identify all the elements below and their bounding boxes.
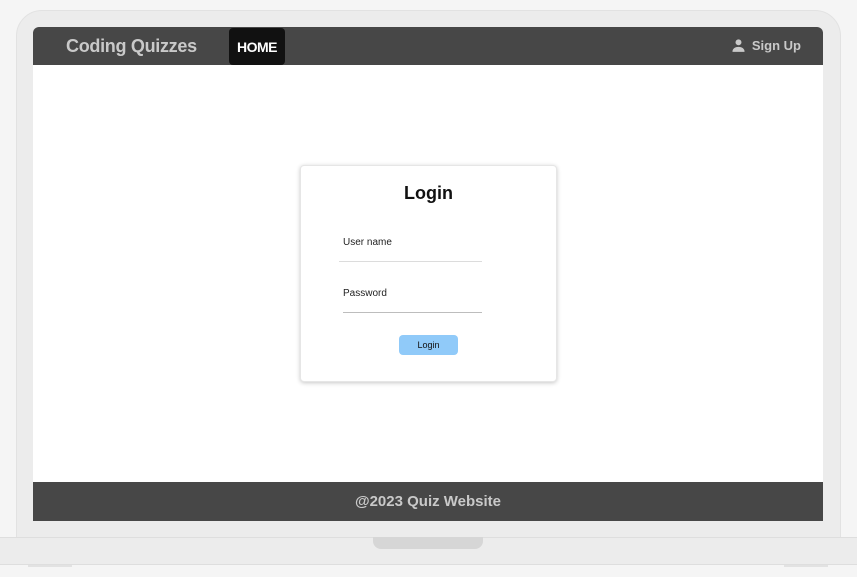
password-field[interactable]: Password	[343, 284, 482, 313]
login-button[interactable]: Login	[399, 335, 458, 355]
nav-home-link[interactable]: HOME	[229, 28, 285, 65]
brand-logo[interactable]: Coding Quizzes	[66, 36, 197, 57]
username-field[interactable]: User name	[339, 234, 482, 262]
signup-label: Sign Up	[751, 38, 801, 53]
login-card: Login User name Password Login	[300, 165, 557, 382]
app-screen: Coding Quizzes HOME Sign Up Login User n…	[33, 27, 823, 521]
navbar: Coding Quizzes HOME Sign Up	[33, 27, 823, 65]
laptop-notch	[373, 537, 483, 549]
signup-link[interactable]: Sign Up	[730, 37, 801, 54]
password-label: Password	[343, 288, 387, 299]
login-title: Login	[404, 183, 453, 203]
footer: @2023 Quiz Website	[33, 482, 823, 521]
username-label: User name	[343, 237, 392, 248]
person-icon	[732, 39, 745, 52]
footer-text: @2023 Quiz Website	[354, 493, 502, 510]
laptop-foot-left	[28, 565, 72, 567]
laptop-foot-right	[784, 565, 828, 567]
